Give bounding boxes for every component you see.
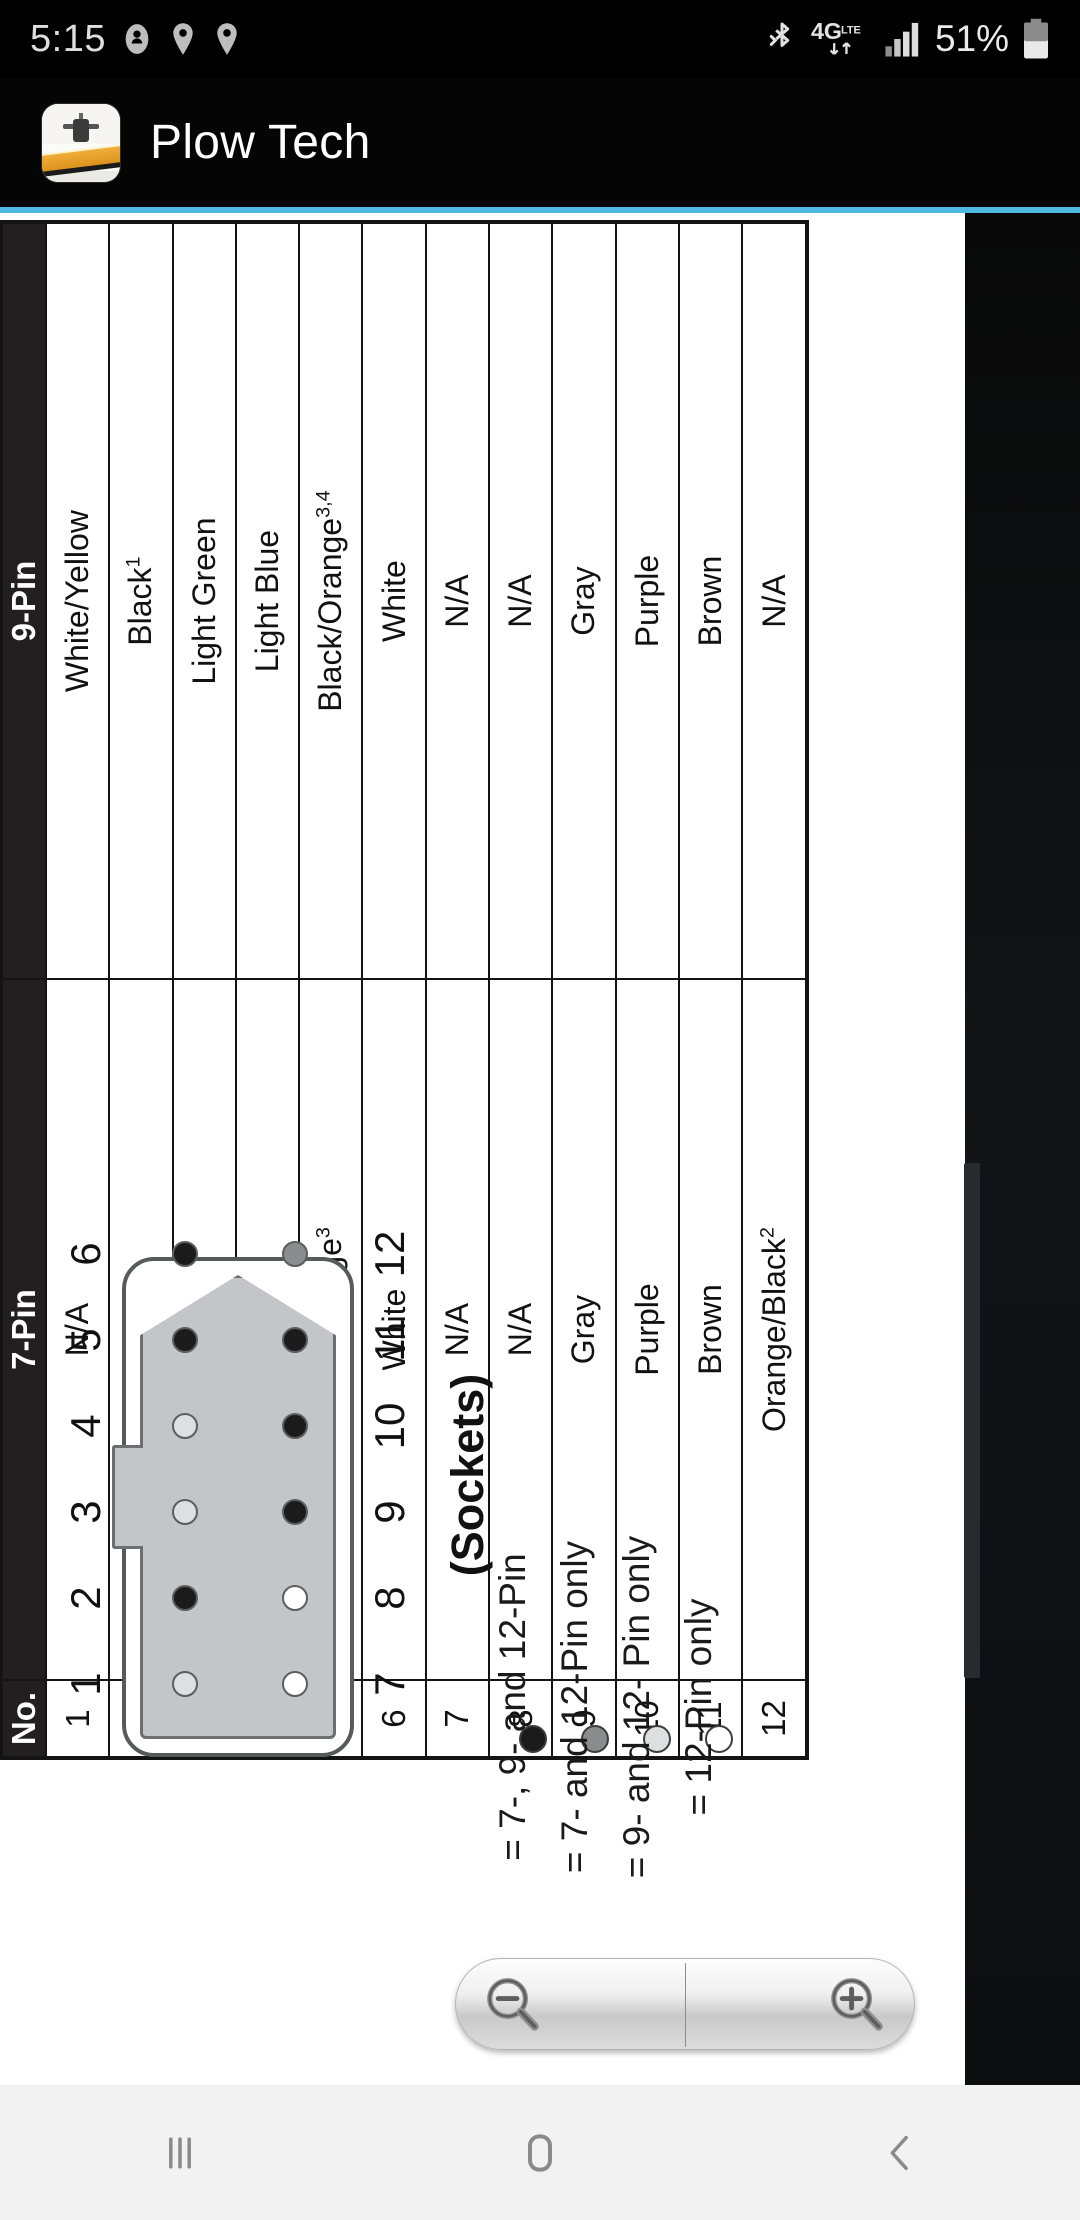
socket-pin-10: [282, 1413, 308, 1439]
legend-label: = 7-, 9- and 12-Pin: [492, 1553, 533, 1861]
status-bar-right: 4G LTE 51%: [766, 18, 1050, 60]
socket-pin-1: [172, 1671, 198, 1697]
table-cell-9pin: Black/Orange3,4: [299, 222, 363, 980]
socket-pin-3: [172, 1499, 198, 1525]
connector-key-notch-cover: [140, 1448, 150, 1546]
legend-label: = 12-Pin only: [678, 1598, 719, 1816]
battery-percent-label: 51%: [934, 18, 1009, 59]
socket-pin-12: [282, 1241, 308, 1267]
socket-label-11: 11: [366, 1318, 413, 1362]
socket-pin-11: [282, 1327, 308, 1353]
socket-label-10: 10: [366, 1402, 413, 1450]
web-content-area[interactable]: No. 7-Pin 9-Pin 1N/AWhite/Yellow2Black1B…: [0, 213, 1080, 2085]
socket-label-9: 9: [366, 1500, 413, 1524]
table-cell-9pin: Gray: [552, 222, 616, 980]
socket-label-4: 4: [62, 1414, 109, 1438]
table-cell-9pin: Light Blue: [235, 222, 300, 980]
socket-label-3: 3: [62, 1500, 109, 1524]
socket-label-6: 6: [62, 1242, 109, 1266]
signal-bars-icon: [885, 22, 919, 57]
battery-icon: [1024, 18, 1048, 59]
status-bar: 5:15 4G LTE 51%: [0, 0, 1080, 78]
zoom-in-button[interactable]: [685, 1959, 914, 2049]
vertical-scrollbar[interactable]: [964, 1163, 980, 1678]
zoom-out-button[interactable]: [456, 1959, 685, 2049]
table-cell-9pin: White/Yellow: [46, 222, 110, 980]
socket-pin-9: [282, 1499, 308, 1525]
status-bar-left: 5:15: [30, 18, 242, 61]
socket-pin-2: [172, 1585, 198, 1611]
zoom-out-icon: [487, 1978, 539, 2031]
socket-label-12: 12: [366, 1230, 413, 1278]
home-button[interactable]: [480, 2085, 600, 2220]
app-title: Plow Tech: [150, 116, 371, 169]
table-cell-9pin: N/A: [488, 222, 553, 980]
socket-pin-8: [282, 1585, 308, 1611]
location-pin-icon: [217, 23, 237, 55]
legend-label: = 9- and 12- Pin only: [616, 1535, 657, 1879]
socket-pin-7: [282, 1671, 308, 1697]
bluetooth-icon: [769, 22, 790, 47]
connector-pinout-diagram: 1 2 3 4 5 6 7 8 9 10 11 12 (Sockets): [20, 1213, 493, 1793]
back-button[interactable]: [840, 2085, 960, 2220]
socket-pin-5: [172, 1327, 198, 1353]
socket-label-8: 8: [366, 1586, 413, 1610]
table-cell-9pin: White: [362, 222, 426, 980]
svg-text:4G: 4G: [811, 18, 842, 44]
socket-pin-4: [172, 1413, 198, 1439]
table-cell-9pin: N/A: [742, 222, 807, 980]
recents-icon: [169, 2136, 191, 2169]
page-gutter: [965, 213, 1080, 2085]
legend: = 7-, 9- and 12-Pin = 7- and 12-Pin only =…: [492, 1193, 805, 1878]
person-icon: [125, 24, 149, 54]
socket-label-5: 5: [62, 1328, 109, 1352]
table-cell-9pin: N/A: [425, 222, 489, 980]
table-header-9pin: 9-Pin: [1, 222, 46, 980]
status-clock: 5:15: [30, 17, 106, 60]
table-cell-9pin: Light Green: [172, 222, 236, 980]
socket-pin-6: [172, 1241, 198, 1267]
back-chevron-icon: [890, 2135, 908, 2170]
home-icon: [528, 2133, 552, 2172]
system-navigation-bar: [0, 2085, 1080, 2220]
app-bar: Plow Tech: [0, 78, 1080, 207]
zoom-controls[interactable]: [455, 1958, 915, 2050]
plow-truck-icon: [42, 103, 120, 182]
zoom-in-icon: [831, 1978, 883, 2031]
legend-item: = 12-Pin only: [678, 1193, 749, 1816]
socket-label-1: 1: [62, 1672, 109, 1696]
legend-label: = 7- and 12-Pin only: [554, 1540, 595, 1874]
socket-label-2: 2: [62, 1586, 109, 1610]
socket-label-7: 7: [366, 1672, 413, 1696]
sockets-caption: (Sockets): [442, 1373, 493, 1577]
table-cell-9pin: Purple: [615, 222, 679, 980]
recents-button[interactable]: [120, 2085, 240, 2220]
location-pin-icon: [173, 23, 193, 55]
table-cell-9pin: Brown: [678, 222, 743, 980]
table-cell-9pin: Black1: [109, 222, 173, 980]
svg-text:LTE: LTE: [841, 25, 861, 37]
4g-lte-icon: 4G LTE: [811, 18, 861, 55]
